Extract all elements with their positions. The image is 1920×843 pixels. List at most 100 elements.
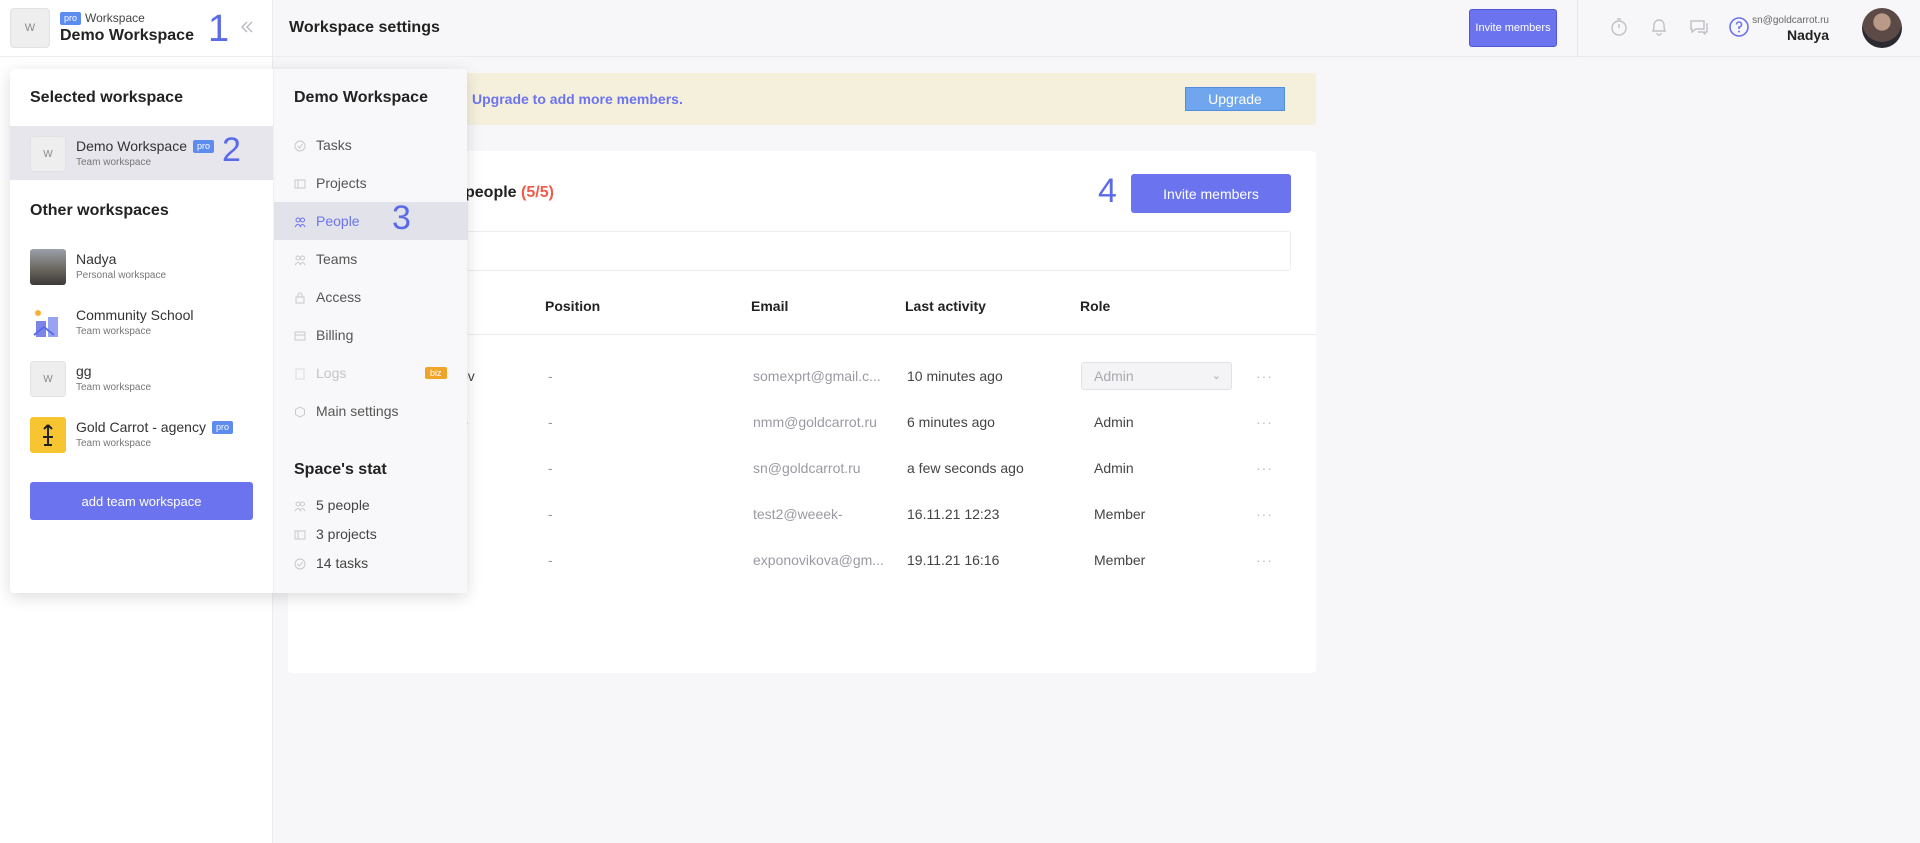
member-role: Admin — [1094, 460, 1134, 476]
step-number-2: 2 — [222, 131, 241, 169]
workspace-item-gold-carrot[interactable]: Gold Carrot - agency pro Team workspace — [10, 407, 273, 461]
divider — [1577, 0, 1578, 57]
row-menu-button[interactable]: ··· — [1256, 552, 1273, 568]
member-last-activity: 6 minutes ago — [907, 414, 995, 430]
column-header-last-activity: Last activity — [905, 298, 986, 314]
chat-icon[interactable] — [1688, 16, 1710, 38]
workspace-list-panel: Selected workspace W Demo Workspace pro T… — [10, 69, 273, 593]
member-position: - — [548, 506, 553, 522]
step-number-4: 4 — [1098, 172, 1117, 210]
other-workspaces-heading: Other workspaces — [30, 202, 169, 219]
stat-label: 3 projects — [316, 526, 377, 542]
pro-badge: pro — [211, 420, 233, 434]
member-last-activity: 10 minutes ago — [907, 368, 1003, 384]
menu-item-label: Logs — [316, 365, 347, 381]
collapse-sidebar-icon[interactable] — [240, 18, 254, 39]
member-email: test2@weeek- — [753, 506, 843, 522]
stat-people: 5 people — [294, 497, 370, 513]
step-number-3: 3 — [392, 199, 411, 237]
workspace-avatar — [30, 305, 66, 341]
workspace-label: Workspace — [85, 11, 145, 25]
user-email: sn@goldcarrot.ru — [1752, 15, 1829, 26]
member-role: Member — [1094, 552, 1146, 568]
workspace-avatar — [30, 249, 66, 285]
gold-carrot-logo-icon — [30, 417, 66, 453]
folder-icon — [294, 177, 306, 189]
row-menu-button[interactable]: ··· — [1256, 460, 1273, 476]
header-invite-button[interactable]: Invite members — [1469, 9, 1557, 47]
member-role: Member — [1094, 506, 1146, 522]
add-team-workspace-button[interactable]: add team workspace — [30, 482, 253, 520]
workspace-item-type: Team workspace — [76, 382, 152, 393]
member-email: exponovikova@gm... — [753, 552, 884, 568]
row-menu-button[interactable]: ··· — [1256, 506, 1273, 522]
check-circle-icon — [294, 139, 306, 152]
stopwatch-icon[interactable] — [1608, 16, 1630, 38]
menu-item-label: Teams — [316, 251, 358, 267]
stat-label: 14 tasks — [316, 555, 369, 571]
menu-item-access[interactable]: Access — [274, 278, 468, 316]
user-avatar[interactable] — [1862, 8, 1902, 48]
menu-item-main-settings[interactable]: Main settings — [274, 392, 468, 430]
menu-item-tasks[interactable]: Tasks — [274, 126, 468, 164]
menu-item-teams[interactable]: Teams — [274, 240, 468, 278]
member-role: Admin — [1094, 414, 1134, 430]
member-position: - — [548, 552, 553, 568]
top-bar: Workspace settings Invite members sn@gol… — [273, 0, 1920, 57]
workspace-dropdown: Selected workspace W Demo Workspace pro T… — [10, 69, 468, 593]
menu-item-label: Access — [316, 289, 362, 305]
chevron-down-icon: ⌄ — [1211, 370, 1221, 382]
lock-icon — [294, 291, 306, 304]
people-icon — [294, 215, 306, 228]
invite-members-button[interactable]: Invite members — [1131, 174, 1291, 213]
workspace-switcher[interactable]: W pro Workspace Demo Workspace 1 — [0, 0, 272, 57]
pro-badge: pro — [193, 139, 215, 153]
menu-heading: Demo Workspace — [294, 89, 428, 106]
pro-badge: pro — [60, 11, 82, 25]
stat-projects: 3 projects — [294, 526, 377, 542]
menu-item-logs[interactable]: Logs biz — [274, 354, 468, 392]
workspace-name: Demo Workspace — [60, 27, 194, 44]
workspace-item-nadya[interactable]: Nadya Personal workspace — [10, 239, 273, 293]
workspace-item-label: Demo Workspace — [76, 138, 188, 154]
column-header-email: Email — [751, 298, 789, 314]
role-select[interactable]: Admin ⌄ — [1081, 362, 1232, 390]
workspace-item-type: Team workspace — [76, 438, 152, 449]
workspace-avatar: W — [30, 136, 66, 172]
team-icon — [294, 253, 306, 266]
workspace-item-type: Team workspace — [76, 157, 152, 168]
biz-badge: biz — [425, 367, 447, 379]
column-header-role: Role — [1080, 298, 1111, 314]
people-icon — [294, 499, 306, 512]
workspace-item-gg[interactable]: W gg Team workspace — [10, 351, 273, 405]
menu-item-label: Tasks — [316, 137, 352, 153]
workspace-item-type: Personal workspace — [76, 270, 167, 281]
menu-item-projects[interactable]: Projects — [274, 164, 468, 202]
card-icon — [294, 329, 306, 341]
folder-icon — [294, 528, 306, 540]
menu-item-billing[interactable]: Billing — [274, 316, 468, 354]
workspace-menu-panel: Demo Workspace Tasks Projects People 3 T… — [273, 69, 468, 593]
user-name: Nadya — [1786, 27, 1829, 43]
workspace-item-demo[interactable]: W Demo Workspace pro Team workspace 2 — [10, 126, 273, 180]
bell-icon[interactable] — [1648, 16, 1670, 38]
help-icon[interactable] — [1728, 16, 1750, 38]
member-email: nmm@goldcarrot.ru — [753, 414, 877, 430]
workspace-item-community-school[interactable]: Community School Team workspace — [10, 295, 273, 349]
menu-item-label: Billing — [316, 327, 354, 343]
check-circle-icon — [294, 557, 306, 570]
workspace-avatar: W — [10, 8, 50, 48]
search-input[interactable] — [420, 231, 1291, 271]
stat-tasks: 14 tasks — [294, 555, 368, 571]
row-menu-button[interactable]: ··· — [1256, 414, 1273, 430]
menu-item-label: Projects — [316, 175, 367, 191]
workspace-item-label: Gold Carrot - agency — [76, 419, 206, 435]
document-icon — [294, 367, 306, 380]
people-count: (5/5) — [521, 184, 554, 201]
upgrade-button[interactable]: Upgrade — [1185, 87, 1285, 111]
member-last-activity: 19.11.21 16:16 — [907, 552, 1000, 568]
member-position: - — [548, 368, 553, 384]
row-menu-button[interactable]: ··· — [1256, 368, 1273, 384]
people-title: people (5/5) — [465, 184, 554, 201]
menu-item-people[interactable]: People 3 — [274, 199, 468, 240]
